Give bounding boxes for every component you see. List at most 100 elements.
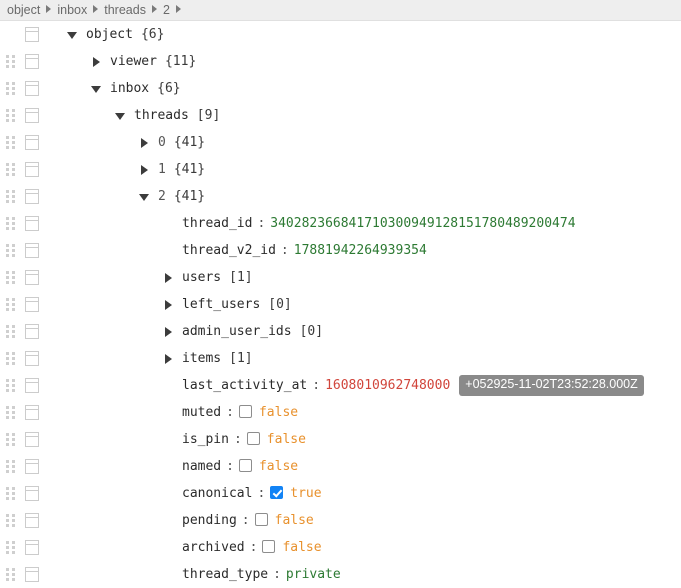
card-icon[interactable]	[25, 513, 39, 528]
card-icon[interactable]	[25, 54, 39, 69]
drag-dots-icon[interactable]	[6, 568, 17, 581]
tree-row[interactable]: archived: false	[0, 534, 681, 561]
caret-right-icon[interactable]	[162, 298, 176, 312]
tree-row[interactable]: viewer {11}	[0, 48, 681, 75]
card-icon[interactable]	[25, 162, 39, 177]
tree-row[interactable]: 0 {41}	[0, 129, 681, 156]
tree-row[interactable]: thread_id:340282366841710300949128151780…	[0, 210, 681, 237]
card-icon[interactable]	[25, 108, 39, 123]
drag-dots-icon[interactable]	[6, 217, 17, 230]
card-icon[interactable]	[25, 297, 39, 312]
tree-row[interactable]: 2 {41}	[0, 183, 681, 210]
property-value[interactable]: true	[290, 486, 321, 501]
tree-row[interactable]: admin_user_ids [0]	[0, 318, 681, 345]
drag-dots-icon[interactable]	[6, 541, 17, 554]
drag-dots-placeholder	[6, 28, 17, 41]
drag-dots-icon[interactable]	[6, 55, 17, 68]
breadcrumb-item-inbox[interactable]: inbox	[56, 3, 88, 17]
drag-dots-icon[interactable]	[6, 352, 17, 365]
tree-row[interactable]: threads [9]	[0, 102, 681, 129]
drag-dots-icon[interactable]	[6, 244, 17, 257]
checkbox-unchecked[interactable]	[254, 513, 268, 526]
caret-right-icon[interactable]	[162, 352, 176, 366]
caret-down-icon[interactable]	[138, 190, 152, 204]
tree-row[interactable]: users [1]	[0, 264, 681, 291]
card-icon[interactable]	[25, 540, 39, 555]
tree-row[interactable]: is_pin: false	[0, 426, 681, 453]
property-value[interactable]: false	[275, 513, 314, 528]
property-value[interactable]: false	[259, 459, 298, 474]
property-value[interactable]: false	[259, 405, 298, 420]
checkbox-unchecked[interactable]	[238, 459, 252, 472]
property-value[interactable]: 340282366841710300949128151780489200474	[270, 216, 575, 231]
tree-row[interactable]: thread_v2_id:17881942264939354	[0, 237, 681, 264]
drag-dots-icon[interactable]	[6, 325, 17, 338]
caret-right-icon[interactable]	[138, 163, 152, 177]
property-value[interactable]: false	[267, 432, 306, 447]
checkbox-unchecked[interactable]	[246, 432, 260, 445]
tree-row[interactable]: muted: false	[0, 399, 681, 426]
tree-row[interactable]: items [1]	[0, 345, 681, 372]
caret-right-icon[interactable]	[90, 55, 104, 69]
card-icon[interactable]	[25, 243, 39, 258]
card-icon[interactable]	[25, 351, 39, 366]
row-gutter	[0, 561, 46, 588]
card-icon[interactable]	[25, 378, 39, 393]
row-gutter	[0, 453, 46, 480]
card-icon[interactable]	[25, 189, 39, 204]
property-value[interactable]: 1608010962748000	[325, 378, 450, 393]
caret-down-icon[interactable]	[114, 109, 128, 123]
property-value[interactable]: private	[286, 567, 341, 582]
drag-dots-icon[interactable]	[6, 82, 17, 95]
card-icon[interactable]	[25, 432, 39, 447]
drag-dots-icon[interactable]	[6, 109, 17, 122]
drag-dots-icon[interactable]	[6, 298, 17, 311]
caret-down-icon[interactable]	[90, 82, 104, 96]
card-icon[interactable]	[25, 459, 39, 474]
card-icon[interactable]	[25, 135, 39, 150]
caret-right-icon[interactable]	[162, 325, 176, 339]
drag-dots-icon[interactable]	[6, 136, 17, 149]
tree-row[interactable]: thread_type: private	[0, 561, 681, 588]
drag-dots-icon[interactable]	[6, 433, 17, 446]
breadcrumb-item-threads[interactable]: threads	[103, 3, 147, 17]
checkbox-unchecked[interactable]	[262, 540, 276, 553]
drag-dots-icon[interactable]	[6, 379, 17, 392]
drag-dots-icon[interactable]	[6, 514, 17, 527]
drag-dots-icon[interactable]	[6, 271, 17, 284]
tree-row[interactable]: pending: false	[0, 507, 681, 534]
caret-right-icon[interactable]	[138, 136, 152, 150]
caret-right-icon[interactable]	[162, 271, 176, 285]
breadcrumb-item-2[interactable]: 2	[162, 3, 171, 17]
tree-row[interactable]: last_activity_at:1608010962748000 +052925…	[0, 372, 681, 399]
drag-dots-icon[interactable]	[6, 163, 17, 176]
tree-row[interactable]: inbox {6}	[0, 75, 681, 102]
drag-dots-icon[interactable]	[6, 460, 17, 473]
card-icon[interactable]	[25, 216, 39, 231]
drag-dots-icon[interactable]	[6, 487, 17, 500]
row-gutter	[0, 534, 46, 561]
card-icon[interactable]	[25, 324, 39, 339]
drag-dots-icon[interactable]	[6, 190, 17, 203]
checkbox-checked[interactable]	[270, 486, 284, 499]
caret-down-icon[interactable]	[66, 28, 80, 42]
card-icon[interactable]	[25, 27, 39, 42]
card-icon[interactable]	[25, 486, 39, 501]
row-content: items [1]	[46, 351, 681, 366]
tree-row[interactable]: 1 {41}	[0, 156, 681, 183]
checkbox-unchecked[interactable]	[238, 405, 252, 418]
child-count: [1]	[229, 351, 253, 366]
card-icon[interactable]	[25, 405, 39, 420]
card-icon[interactable]	[25, 270, 39, 285]
property-value[interactable]: false	[282, 540, 321, 555]
tree-row[interactable]: left_users [0]	[0, 291, 681, 318]
tree-row[interactable]: object {6}	[0, 21, 681, 48]
row-content: thread_v2_id:17881942264939354	[46, 243, 681, 258]
card-icon[interactable]	[25, 81, 39, 96]
drag-dots-icon[interactable]	[6, 406, 17, 419]
property-value[interactable]: 17881942264939354	[294, 243, 427, 258]
tree-row[interactable]: canonical: true	[0, 480, 681, 507]
tree-row[interactable]: named: false	[0, 453, 681, 480]
card-icon[interactable]	[25, 567, 39, 582]
breadcrumb-item-object[interactable]: object	[6, 3, 41, 17]
